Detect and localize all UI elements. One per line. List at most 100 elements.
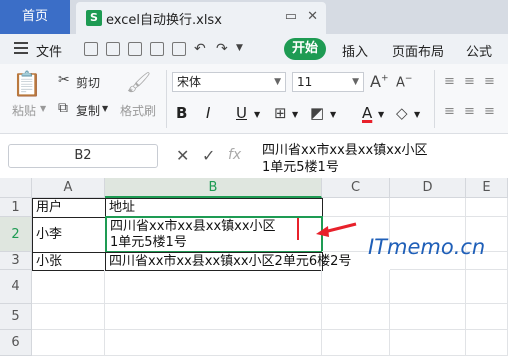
row-header-1[interactable]: 1 [0, 198, 32, 217]
insert-function-icon[interactable]: fx [228, 147, 241, 163]
paste-button[interactable]: 粘贴 [12, 102, 36, 119]
cell-a3[interactable]: 小张 [32, 252, 106, 271]
format-painter-icon[interactable]: 🖌 [126, 70, 151, 94]
spreadsheet-file-icon: S [86, 10, 102, 26]
red-arrow-annotation-icon [316, 222, 357, 237]
cell-e6[interactable] [466, 330, 508, 356]
cell-a5[interactable] [32, 304, 105, 330]
row-header-4[interactable]: 4 [0, 270, 32, 304]
increase-font-size-button[interactable]: A+ [370, 72, 389, 91]
copy-icon[interactable]: ⧉ [58, 100, 68, 116]
paste-icon[interactable]: 📋 [12, 70, 42, 98]
menu-file[interactable]: 文件 [36, 41, 62, 60]
font-size-value: 11 [297, 75, 313, 89]
undo-icon[interactable]: ↶ [194, 41, 206, 57]
fill-dropdown-icon[interactable]: ▼ [330, 110, 336, 119]
cell-a6[interactable] [32, 330, 105, 356]
chevron-down-icon: ▼ [352, 77, 359, 87]
ribbon: 📋 粘贴 ▼ ✂ 剪切 ⧉ 复制 ▼ 🖌 格式刷 宋体 ▼ 11 ▼ A+ A−… [0, 64, 508, 134]
cell-e1[interactable] [466, 198, 508, 217]
redo-icon[interactable]: ↷ [216, 41, 228, 57]
cell-a4[interactable] [32, 270, 105, 304]
cell-e5[interactable] [466, 304, 508, 330]
tab-document[interactable]: S excel自动换行.xlsx ▭ ✕ [76, 2, 326, 34]
chevron-down-icon[interactable]: ▼ [236, 43, 243, 53]
print-icon[interactable] [150, 42, 164, 56]
close-tab-icon[interactable]: ✕ [307, 9, 318, 24]
cell-d6[interactable] [390, 330, 466, 356]
export-pdf-icon[interactable] [128, 42, 142, 56]
cell-a1[interactable]: 用户 [32, 198, 106, 218]
copy-dropdown-icon[interactable]: ▼ [102, 104, 108, 113]
column-header-c[interactable]: C [322, 178, 390, 198]
row-header-6[interactable]: 6 [0, 330, 32, 356]
confirm-icon[interactable]: ✓ [202, 146, 215, 165]
save-icon[interactable] [106, 42, 120, 56]
cancel-icon[interactable]: ✕ [176, 146, 189, 165]
eraser-dropdown-icon[interactable]: ▼ [414, 110, 420, 119]
underline-button[interactable]: U [236, 104, 247, 122]
font-color-dropdown-icon[interactable]: ▼ [378, 110, 384, 119]
tab-formulas[interactable]: 公式 [466, 41, 492, 60]
tab-insert[interactable]: 插入 [342, 41, 368, 60]
menu-toggle-icon[interactable] [14, 42, 28, 54]
cell-d4[interactable] [390, 270, 466, 304]
copy-button[interactable]: 复制 [76, 102, 100, 119]
formula-input[interactable]: 四川省xx市xx县xx镇xx小区 1单元5楼1号 [262, 142, 502, 176]
align-bottom-icon[interactable]: ≡ [484, 74, 495, 89]
tab-strip: 首页 S excel自动换行.xlsx ▭ ✕ [0, 0, 508, 34]
paste-dropdown-icon[interactable]: ▼ [40, 104, 46, 113]
spreadsheet-grid: A B C D E 1 2 3 4 5 6 用户 地址 小李 四川省xx市xx县… [0, 178, 508, 356]
column-header-a[interactable]: A [32, 178, 105, 198]
fill-color-icon[interactable]: ◩ [310, 104, 324, 122]
tab-home[interactable]: 首页 [0, 0, 70, 34]
font-name-value: 宋体 [177, 75, 202, 89]
italic-button[interactable]: I [206, 104, 210, 122]
font-name-select[interactable]: 宋体 ▼ [172, 72, 286, 92]
font-color-button[interactable]: A [362, 104, 372, 122]
cell-c5[interactable] [322, 304, 390, 330]
cell-b1[interactable]: 地址 [105, 198, 323, 218]
print-preview-icon[interactable] [172, 42, 186, 56]
cell-c1[interactable] [322, 198, 390, 217]
select-all-corner[interactable] [0, 178, 32, 198]
font-size-select[interactable]: 11 ▼ [292, 72, 364, 92]
borders-dropdown-icon[interactable]: ▼ [292, 110, 298, 119]
open-folder-icon[interactable] [84, 42, 98, 56]
name-box[interactable]: B2 [8, 144, 158, 168]
underline-dropdown-icon[interactable]: ▼ [254, 110, 260, 119]
cell-b5[interactable] [105, 304, 322, 330]
column-header-d[interactable]: D [390, 178, 466, 198]
row-header-5[interactable]: 5 [0, 304, 32, 330]
borders-icon[interactable]: ⊞ [274, 104, 287, 122]
eraser-icon[interactable]: ◇ [396, 104, 408, 122]
align-middle-icon[interactable]: ≡ [464, 74, 475, 89]
column-header-b[interactable]: B [105, 178, 322, 198]
format-painter-button[interactable]: 格式刷 [120, 102, 156, 119]
align-left-icon[interactable]: ≡ [444, 104, 455, 119]
cell-b6[interactable] [105, 330, 322, 356]
align-center-icon[interactable]: ≡ [464, 104, 475, 119]
cell-b2[interactable]: 四川省xx市xx县xx镇xx小区 1单元5楼1号 [105, 216, 323, 253]
cell-e4[interactable] [466, 270, 508, 304]
decrease-font-size-button[interactable]: A− [396, 74, 412, 90]
scissors-icon[interactable]: ✂ [58, 72, 70, 88]
bold-button[interactable]: B [176, 104, 187, 122]
tab-page-layout[interactable]: 页面布局 [392, 41, 444, 60]
cell-c6[interactable] [322, 330, 390, 356]
cell-b3[interactable]: 四川省xx市xx县xx镇xx小区2单元6楼2号 [105, 252, 351, 271]
tab-start[interactable]: 开始 [284, 38, 326, 60]
align-right-icon[interactable]: ≡ [484, 104, 495, 119]
cell-d5[interactable] [390, 304, 466, 330]
align-top-icon[interactable]: ≡ [444, 74, 455, 89]
row-header-2[interactable]: 2 [0, 217, 32, 252]
cell-a2[interactable]: 小李 [32, 217, 106, 253]
column-header-e[interactable]: E [466, 178, 508, 198]
cell-d1[interactable] [390, 198, 466, 217]
window-restore-icon[interactable]: ▭ [285, 9, 297, 24]
watermark: ITmemo.cn [368, 235, 486, 259]
cut-button[interactable]: 剪切 [76, 74, 100, 91]
cell-c4[interactable] [322, 270, 390, 304]
cell-b4[interactable] [105, 270, 322, 304]
row-header-3[interactable]: 3 [0, 252, 32, 270]
